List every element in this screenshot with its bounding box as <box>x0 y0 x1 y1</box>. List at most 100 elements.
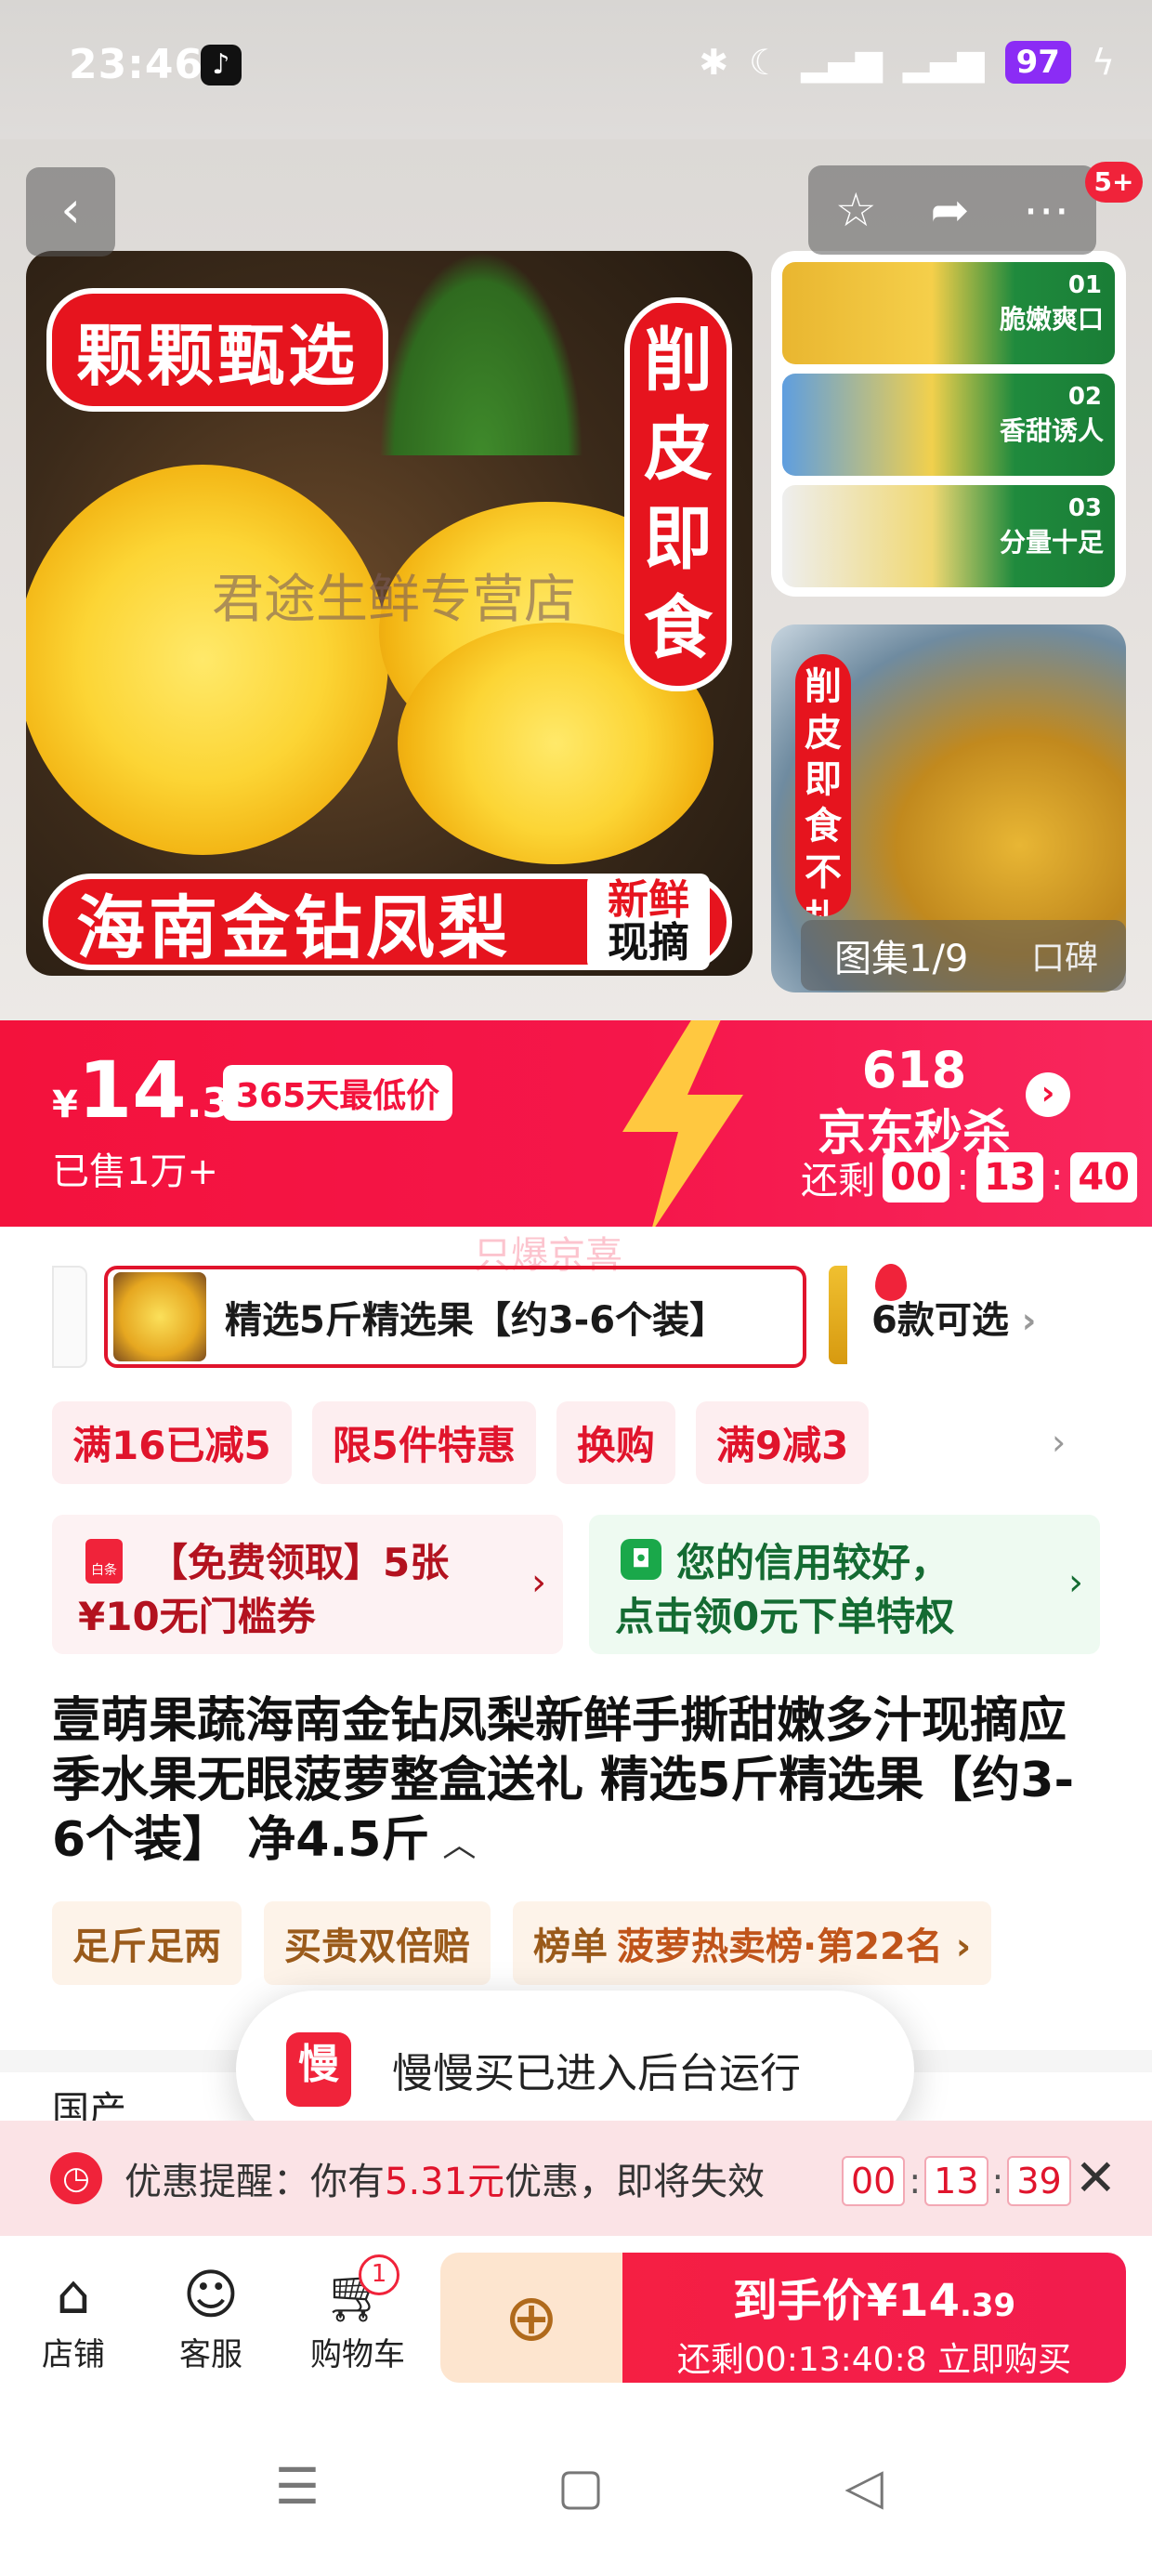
cart-count-badge: 1 <box>359 2254 399 2295</box>
top-action-bar: ☆ ➦ ⋯ <box>808 165 1096 255</box>
chevron-right-icon: › <box>942 1925 972 1968</box>
rank-value: 菠萝热卖榜·第22名 <box>617 1925 943 1968</box>
credit-line1: 您的信用较好， <box>676 1540 950 1585</box>
price-currency: ¥ <box>52 1084 78 1126</box>
product-tags: 足斤足两 买贵双倍赔 榜单 菠萝热卖榜·第22名 › <box>52 1901 992 1985</box>
product-tag[interactable]: 买贵双倍赔 <box>264 1901 491 1985</box>
rank-tag[interactable]: 榜单 菠萝热卖榜·第22名 › <box>513 1901 992 1985</box>
cart-icon: 🛒︎ <box>323 2263 392 2326</box>
promo-tag[interactable]: 满9减3 <box>695 1401 870 1484</box>
variant-selector: 精选5斤精选果【约3-6个装】 6款可选 › <box>0 1255 1152 1385</box>
bluetooth-icon: ✱ <box>699 42 729 83</box>
status-icons: ✱ ☾ ▂▄▆ ▂▄▆ 97 ϟ <box>699 41 1115 84</box>
chevron-right-icon: › <box>1021 1300 1037 1341</box>
bottom-action-bar: ⌂ 店铺 ☺ 客服 🛒︎ 1 购物车 ⊕ 到手价¥14.39 还剩00:13:4… <box>0 2238 1152 2401</box>
message-badge: 5+ <box>1085 162 1143 203</box>
close-icon[interactable]: ✕ <box>1075 2149 1117 2207</box>
variant-selected[interactable]: 精选5斤精选果【约3-6个装】 <box>104 1264 907 1368</box>
timer-minutes: 13 <box>924 2156 988 2206</box>
side-feature-num: 03 <box>1067 494 1102 522</box>
reminder-countdown: 00: 13: 39 <box>842 2156 1071 2206</box>
gallery-indicator[interactable]: 图集1/9 口碑 <box>801 920 1126 991</box>
status-time: 23:46 <box>69 41 204 88</box>
side-feature-2: 02 香甜诱人 <box>782 374 1115 476</box>
promo-chevron-icon[interactable]: › <box>1052 1422 1066 1463</box>
coupon-line1: 【免费领取】5张 <box>149 1540 450 1585</box>
menu-icon[interactable]: ☰ <box>269 2459 325 2515</box>
side-feature-title: 脆嫩爽口 <box>999 304 1104 335</box>
lowest-price-tag: 365天最低价 <box>223 1065 453 1121</box>
signal-icon: ▂▄▆ <box>801 42 883 83</box>
battery-level: 97 <box>1004 41 1071 84</box>
brand-618: 618 <box>861 1041 967 1099</box>
timer-hours: 00 <box>883 1152 949 1203</box>
variant-label: 精选5斤精选果【约3-6个装】 <box>225 1299 727 1342</box>
side-feature-card[interactable]: 01 脆嫩爽口 02 香甜诱人 03 分量十足 <box>771 251 1126 597</box>
timer-minutes: 13 <box>976 1152 1043 1203</box>
variant-thumbnail <box>113 1272 206 1361</box>
cart-button[interactable]: 🛒︎ 1 购物车 <box>297 2254 418 2374</box>
back-triangle-icon[interactable]: ◁ <box>836 2459 892 2515</box>
store-button[interactable]: ⌂ 店铺 <box>22 2260 124 2374</box>
seckill-arrow-icon[interactable]: › <box>1026 1072 1070 1117</box>
gallery-label: 图集1/9 <box>834 938 969 980</box>
favorite-star-icon[interactable]: ☆ <box>835 183 877 237</box>
toast-text: 慢慢买已进入后台运行 <box>392 2050 801 2097</box>
tag-bottom-small: 新鲜 现摘 <box>587 874 710 970</box>
service-button[interactable]: ☺ 客服 <box>160 2260 262 2374</box>
tag-bottom: 海南金钻凤梨 新鲜 现摘 <box>43 874 732 970</box>
chevron-up-icon[interactable]: ︿ <box>442 1826 476 1864</box>
variant-next-option[interactable] <box>829 1266 847 1364</box>
add-cart-icon: ⊕ <box>504 2280 559 2356</box>
cart-label: 购物车 <box>310 2336 405 2373</box>
promo-tag[interactable]: 换购 <box>556 1401 675 1484</box>
tag-top: 颗颗甄选 <box>46 288 389 412</box>
store-label: 店铺 <box>42 2336 105 2373</box>
chevron-left-icon: ‹ <box>60 180 81 239</box>
coupon-line2: ¥10无门槛券 <box>78 1594 316 1639</box>
discount-reminder[interactable]: ◷ 优惠提醒：你有5.31元优惠，即将失效 00: 13: 39 ✕ <box>0 2121 1152 2236</box>
tag-bottom-small-1: 新鲜 <box>608 876 689 924</box>
variant-more[interactable]: 6款可选 › <box>871 1290 1036 1344</box>
back-button[interactable]: ‹ <box>26 167 115 256</box>
variant-prev-option[interactable] <box>52 1266 87 1368</box>
buy-now-button[interactable]: 到手价¥14.39 还剩00:13:40:8 立即购买 <box>622 2253 1126 2383</box>
tag-bottom-title: 海南金钻凤梨 <box>76 887 511 968</box>
pineapple-crown <box>379 251 583 455</box>
coupon-icon: 白条 <box>85 1539 123 1584</box>
pineapple-slice <box>26 465 388 855</box>
service-label: 客服 <box>179 2336 242 2373</box>
add-to-cart-button[interactable]: ⊕ <box>440 2253 622 2383</box>
promo-tag[interactable]: 满16已减5 <box>52 1401 292 1484</box>
coupon-card[interactable]: 白条 【免费领取】5张 ¥10无门槛券 › <box>52 1515 563 1654</box>
promo-tag[interactable]: 限5件特惠 <box>311 1401 536 1484</box>
credit-line2: 点击领0元下单特权 <box>615 1594 955 1639</box>
home-icon[interactable]: ▢ <box>553 2459 609 2515</box>
reminder-text: 优惠提醒：你有5.31元优惠，即将失效 <box>124 2151 765 2205</box>
more-icon[interactable]: ⋯ <box>1023 183 1069 237</box>
store-icon: ⌂ <box>56 2263 91 2326</box>
tag-bottom-small-2: 现摘 <box>608 919 689 966</box>
seckill-brand: 618 京东秒杀 <box>818 1041 1011 1163</box>
seckill-countdown: 还剩 00: 13: 40 <box>801 1150 1137 1204</box>
product-title-text: 壹萌果蔬海南金钻凤梨新鲜手撕甜嫩多汁现摘应季水果无眼菠萝整盒送礼 精选5斤精选果… <box>52 1693 1075 1868</box>
side-feature-3: 03 分量十足 <box>782 485 1115 587</box>
charging-icon: ϟ <box>1091 42 1115 83</box>
buy-price-decimal: .39 <box>959 2287 1016 2324</box>
buy-price: 到手价¥14.39 <box>622 2264 1126 2329</box>
tiktok-icon: ♪ <box>201 45 242 85</box>
smile-icon: ☺ <box>182 2263 240 2326</box>
product-title[interactable]: 壹萌果蔬海南金钻凤梨新鲜手撕甜嫩多汁现摘应季水果无眼菠萝整盒送礼 精选5斤精选果… <box>52 1691 1102 1875</box>
product-tag[interactable]: 足斤足两 <box>52 1901 242 1985</box>
main-product-image[interactable]: 颗颗甄选 削皮即食 君途生鲜专营店 海南金钻凤梨 新鲜 现摘 <box>26 251 753 976</box>
reputation-label: 口碑 <box>1030 940 1098 978</box>
signal-icon-2: ▂▄▆ <box>902 42 985 83</box>
credit-card[interactable]: ◘ 您的信用较好， 点击领0元下单特权 › <box>589 1515 1100 1654</box>
share-icon[interactable]: ➦ <box>930 183 969 237</box>
side-feature-title: 分量十足 <box>999 527 1104 558</box>
moon-icon: ☾ <box>749 42 781 83</box>
reminder-amount: 5.31元 <box>385 2161 505 2203</box>
price-banner[interactable]: ¥14.39 365天最低价 已售1万+ 618 京东秒杀 › 还剩 00: 1… <box>0 1020 1152 1227</box>
side-vertical-label: 削皮即食 不扎嘴 <box>795 654 851 916</box>
lightning-icon <box>622 1020 743 1227</box>
